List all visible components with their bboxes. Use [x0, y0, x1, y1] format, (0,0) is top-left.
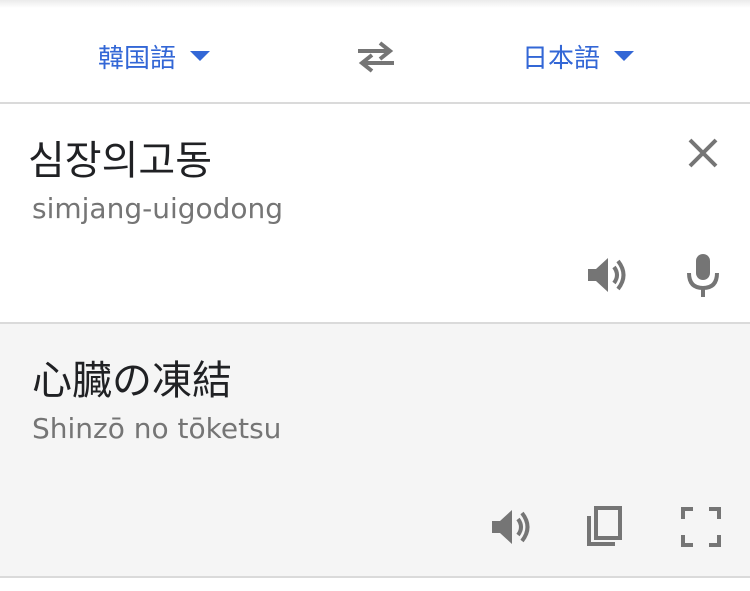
chevron-down-icon [190, 51, 211, 61]
speaker-icon [492, 510, 530, 544]
language-bar: 韓国語 日本語 [0, 8, 750, 102]
bottom-area [0, 578, 750, 591]
translation-text: 心臓の凍結 [32, 358, 232, 404]
microphone-icon [687, 254, 719, 297]
chevron-down-icon [614, 51, 635, 61]
swap-languages-button[interactable] [354, 36, 398, 76]
source-transliteration: simjang-uigodong [32, 192, 284, 225]
source-text[interactable]: 심장의고동 [28, 128, 212, 186]
source-language-selector[interactable]: 韓国語 [98, 36, 211, 76]
close-icon [688, 138, 718, 168]
clear-button[interactable] [682, 132, 724, 174]
source-panel: 심장의고동 simjang-uigodong [0, 104, 750, 322]
target-language-selector[interactable]: 日本語 [522, 36, 635, 76]
source-listen-button[interactable] [584, 252, 630, 298]
fullscreen-icon [681, 507, 721, 547]
translation-transliteration: Shinzō no tōketsu [32, 412, 282, 445]
microphone-button[interactable] [680, 252, 726, 298]
translation-listen-button[interactable] [488, 504, 534, 550]
swap-arrows-icon [358, 41, 394, 73]
target-language-label: 日本語 [522, 43, 601, 74]
result-panel: 心臓の凍結 Shinzō no tōketsu [0, 324, 750, 576]
top-shadow [0, 0, 750, 8]
source-language-label: 韓国語 [98, 43, 177, 74]
copy-icon [587, 506, 622, 546]
speaker-icon [588, 258, 626, 292]
copy-translation-button[interactable] [582, 504, 628, 550]
fullscreen-button[interactable] [678, 504, 724, 550]
